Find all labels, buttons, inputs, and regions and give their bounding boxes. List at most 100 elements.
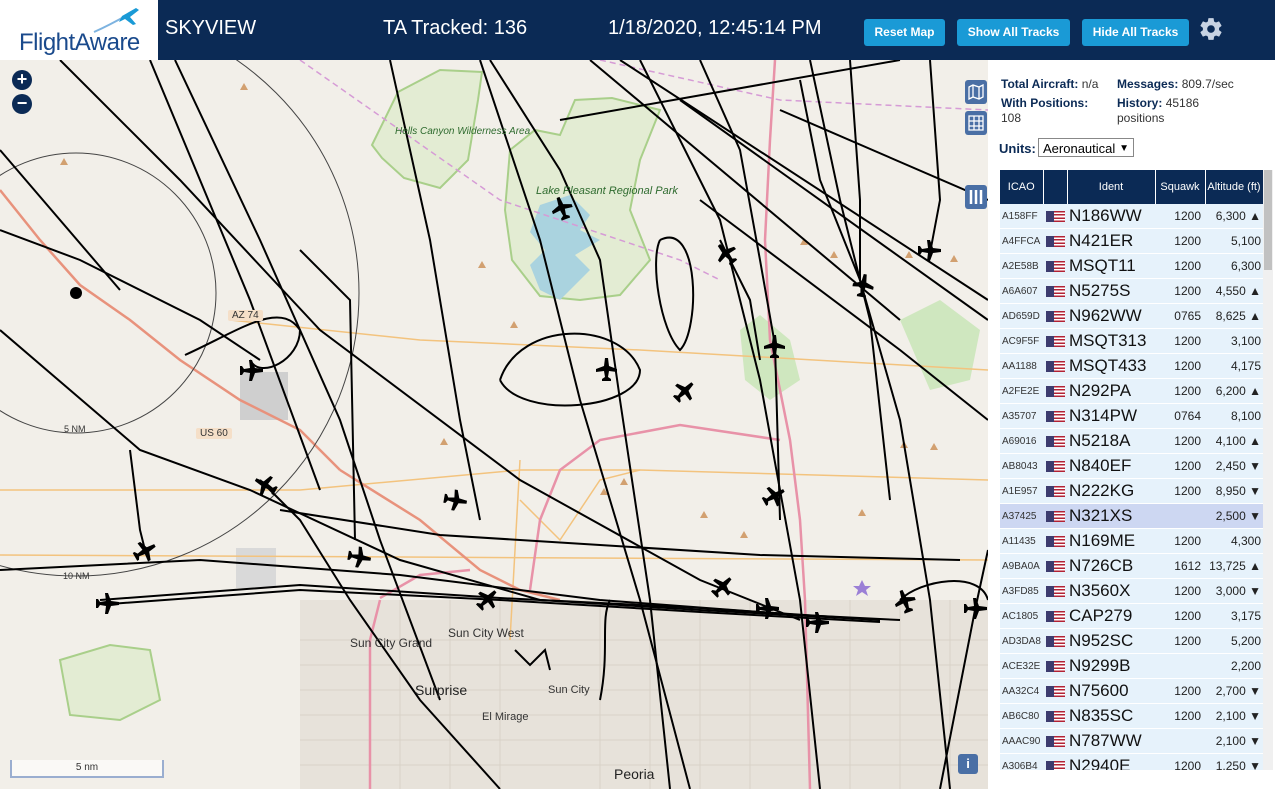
altitude-cell: 4,100 ▲ [1205, 428, 1263, 454]
table-row[interactable]: AB6C80 N835SC 1200 2,100 ▼ [1000, 703, 1263, 729]
squawk-cell: 0765 [1155, 303, 1205, 329]
table-row[interactable]: A158FF N186WW 1200 6,300 ▲ [1000, 204, 1263, 229]
table-scrollbar[interactable] [1263, 170, 1273, 770]
table-row[interactable]: A2FE2E N292PA 1200 6,200 ▲ [1000, 378, 1263, 404]
ident-cell: N222KG [1067, 478, 1155, 504]
table-row[interactable]: AD3DA8 N952SC 1200 5,200 [1000, 628, 1263, 654]
table-row[interactable]: ACE32E N9299B 2,200 [1000, 653, 1263, 679]
squawk-cell: 1200 [1155, 578, 1205, 604]
table-row[interactable]: AD659D N962WW 0765 8,625 ▲ [1000, 303, 1263, 329]
table-row[interactable]: A2E58B MSQT11 1200 6,300 [1000, 253, 1263, 279]
table-row[interactable]: AC9F5F MSQT313 1200 3,100 [1000, 328, 1263, 354]
squawk-cell: 1200 [1155, 678, 1205, 704]
altitude-cell: 3,000 ▼ [1205, 578, 1263, 604]
country-flag-cell [1043, 278, 1067, 304]
country-flag-cell [1043, 428, 1067, 454]
scrollbar-thumb[interactable] [1264, 170, 1272, 270]
altitude-cell: 2,100 ▼ [1205, 728, 1263, 754]
squawk-cell [1155, 728, 1205, 754]
ident-cell: N2940E [1067, 753, 1155, 770]
dropdown-arrow-icon: ▼ [1119, 143, 1129, 154]
us-flag-icon [1045, 336, 1065, 348]
icao-cell: A306B4 [1000, 753, 1043, 770]
column-header-icao[interactable]: ICAO [1000, 170, 1044, 204]
units-label: Units: [999, 141, 1036, 156]
column-header-squawk[interactable]: Squawk [1155, 170, 1206, 204]
table-row[interactable]: AAAC90 N787WW 2,100 ▼ [1000, 728, 1263, 754]
icao-cell: A158FF [1000, 204, 1043, 229]
aircraft-panel: Total Aircraft: n/a Messages: 809.7/sec … [988, 60, 1275, 789]
urban-area [300, 600, 988, 789]
ident-cell: N186WW [1067, 204, 1155, 229]
altitude-cell: 3,100 [1205, 328, 1263, 354]
icao-cell: AD3DA8 [1000, 628, 1043, 654]
country-flag-cell [1043, 628, 1067, 654]
icao-cell: A1E957 [1000, 478, 1043, 504]
tracked-count: TA Tracked: 136 [383, 17, 528, 39]
total-aircraft-value: n/a [1081, 77, 1099, 91]
country-flag-cell [1043, 253, 1067, 279]
us-flag-icon [1045, 411, 1065, 423]
column-header-flag[interactable] [1043, 170, 1068, 204]
show-all-tracks-button[interactable]: Show All Tracks [957, 19, 1070, 46]
altitude-cell: 6,200 ▲ [1205, 378, 1263, 404]
icao-cell: AB8043 [1000, 453, 1043, 479]
altitude-cell: 8,100 [1205, 403, 1263, 429]
gear-icon[interactable] [1198, 16, 1224, 42]
table-row[interactable]: AA1188 MSQT433 1200 4,175 [1000, 353, 1263, 379]
hide-all-tracks-button[interactable]: Hide All Tracks [1082, 19, 1189, 46]
ident-cell: MSQT11 [1067, 253, 1155, 279]
units-select[interactable]: Aeronautical ▼ [1038, 138, 1134, 157]
altitude-cell: 2,450 ▼ [1205, 453, 1263, 479]
ident-cell: N962WW [1067, 303, 1155, 329]
zoom-in-button[interactable]: + [12, 70, 32, 90]
country-flag-cell [1043, 528, 1067, 554]
zoom-out-button[interactable]: − [12, 94, 32, 114]
label-lake-pleasant: Lake Pleasant Regional Park [536, 185, 678, 197]
aircraft-table: ICAO Ident Squawk Altitude (ft) A158FF N1… [1000, 170, 1263, 770]
squawk-cell [1155, 653, 1205, 679]
icao-cell: AA1188 [1000, 353, 1043, 379]
grid-toggle-button[interactable] [965, 111, 987, 135]
ident-cell: N835SC [1067, 703, 1155, 729]
ident-cell: N321XS [1067, 503, 1155, 529]
squawk-cell: 0764 [1155, 403, 1205, 429]
site-name: SKYVIEW [165, 17, 257, 39]
columns-toggle-button[interactable] [965, 185, 987, 209]
flightaware-logo[interactable]: FlightAware [0, 0, 158, 60]
range-ring-5nm [0, 152, 217, 434]
squawk-cell: 1200 [1155, 328, 1205, 354]
aircraft-table-container: ICAO Ident Squawk Altitude (ft) A158FF N1… [1000, 170, 1263, 770]
table-row[interactable]: AB8043 N840EF 1200 2,450 ▼ [1000, 453, 1263, 479]
table-row[interactable]: A306B4 N2940E 1200 1,250 ▼ [1000, 753, 1263, 770]
table-row[interactable]: A69016 N5218A 1200 4,100 ▲ [1000, 428, 1263, 454]
altitude-cell: 4,175 [1205, 353, 1263, 379]
table-row[interactable]: AA32C4 N75600 1200 2,700 ▼ [1000, 678, 1263, 704]
column-header-ident[interactable]: Ident [1067, 170, 1156, 204]
reset-map-button[interactable]: Reset Map [864, 19, 945, 46]
star-marker [853, 580, 871, 596]
info-button[interactable]: i [958, 754, 978, 774]
icao-cell: AAAC90 [1000, 728, 1043, 754]
total-aircraft-label: Total Aircraft: [1001, 77, 1079, 91]
table-row[interactable]: A37425 N321XS 2,500 ▼ [1000, 503, 1263, 529]
table-row[interactable]: AC1805 CAP279 1200 3,175 [1000, 603, 1263, 629]
map-view[interactable]: Hells Canyon Wilderness Area Lake Pleasa… [0, 60, 988, 789]
table-row[interactable]: A11435 N169ME 1200 4,300 [1000, 528, 1263, 554]
icao-cell: A69016 [1000, 428, 1043, 454]
table-row[interactable]: A35707 N314PW 0764 8,100 [1000, 403, 1263, 429]
squawk-cell: 1200 [1155, 478, 1205, 504]
table-row[interactable]: A1E957 N222KG 1200 8,950 ▼ [1000, 478, 1263, 504]
table-row[interactable]: A6A607 N5275S 1200 4,550 ▲ [1000, 278, 1263, 304]
ident-cell: N421ER [1067, 228, 1155, 254]
us-flag-icon [1045, 636, 1065, 648]
squawk-cell: 1200 [1155, 453, 1205, 479]
icao-cell: A3FD85 [1000, 578, 1043, 604]
column-header-altitude[interactable]: Altitude (ft) [1205, 170, 1263, 204]
altitude-cell: 5,100 [1205, 228, 1263, 254]
table-row[interactable]: A4FFCA N421ER 1200 5,100 [1000, 228, 1263, 254]
map-layers-button[interactable] [965, 80, 987, 104]
squawk-cell: 1200 [1155, 528, 1205, 554]
table-row[interactable]: A9BA0A N726CB 1612 13,725 ▲ [1000, 553, 1263, 579]
table-row[interactable]: A3FD85 N3560X 1200 3,000 ▼ [1000, 578, 1263, 604]
